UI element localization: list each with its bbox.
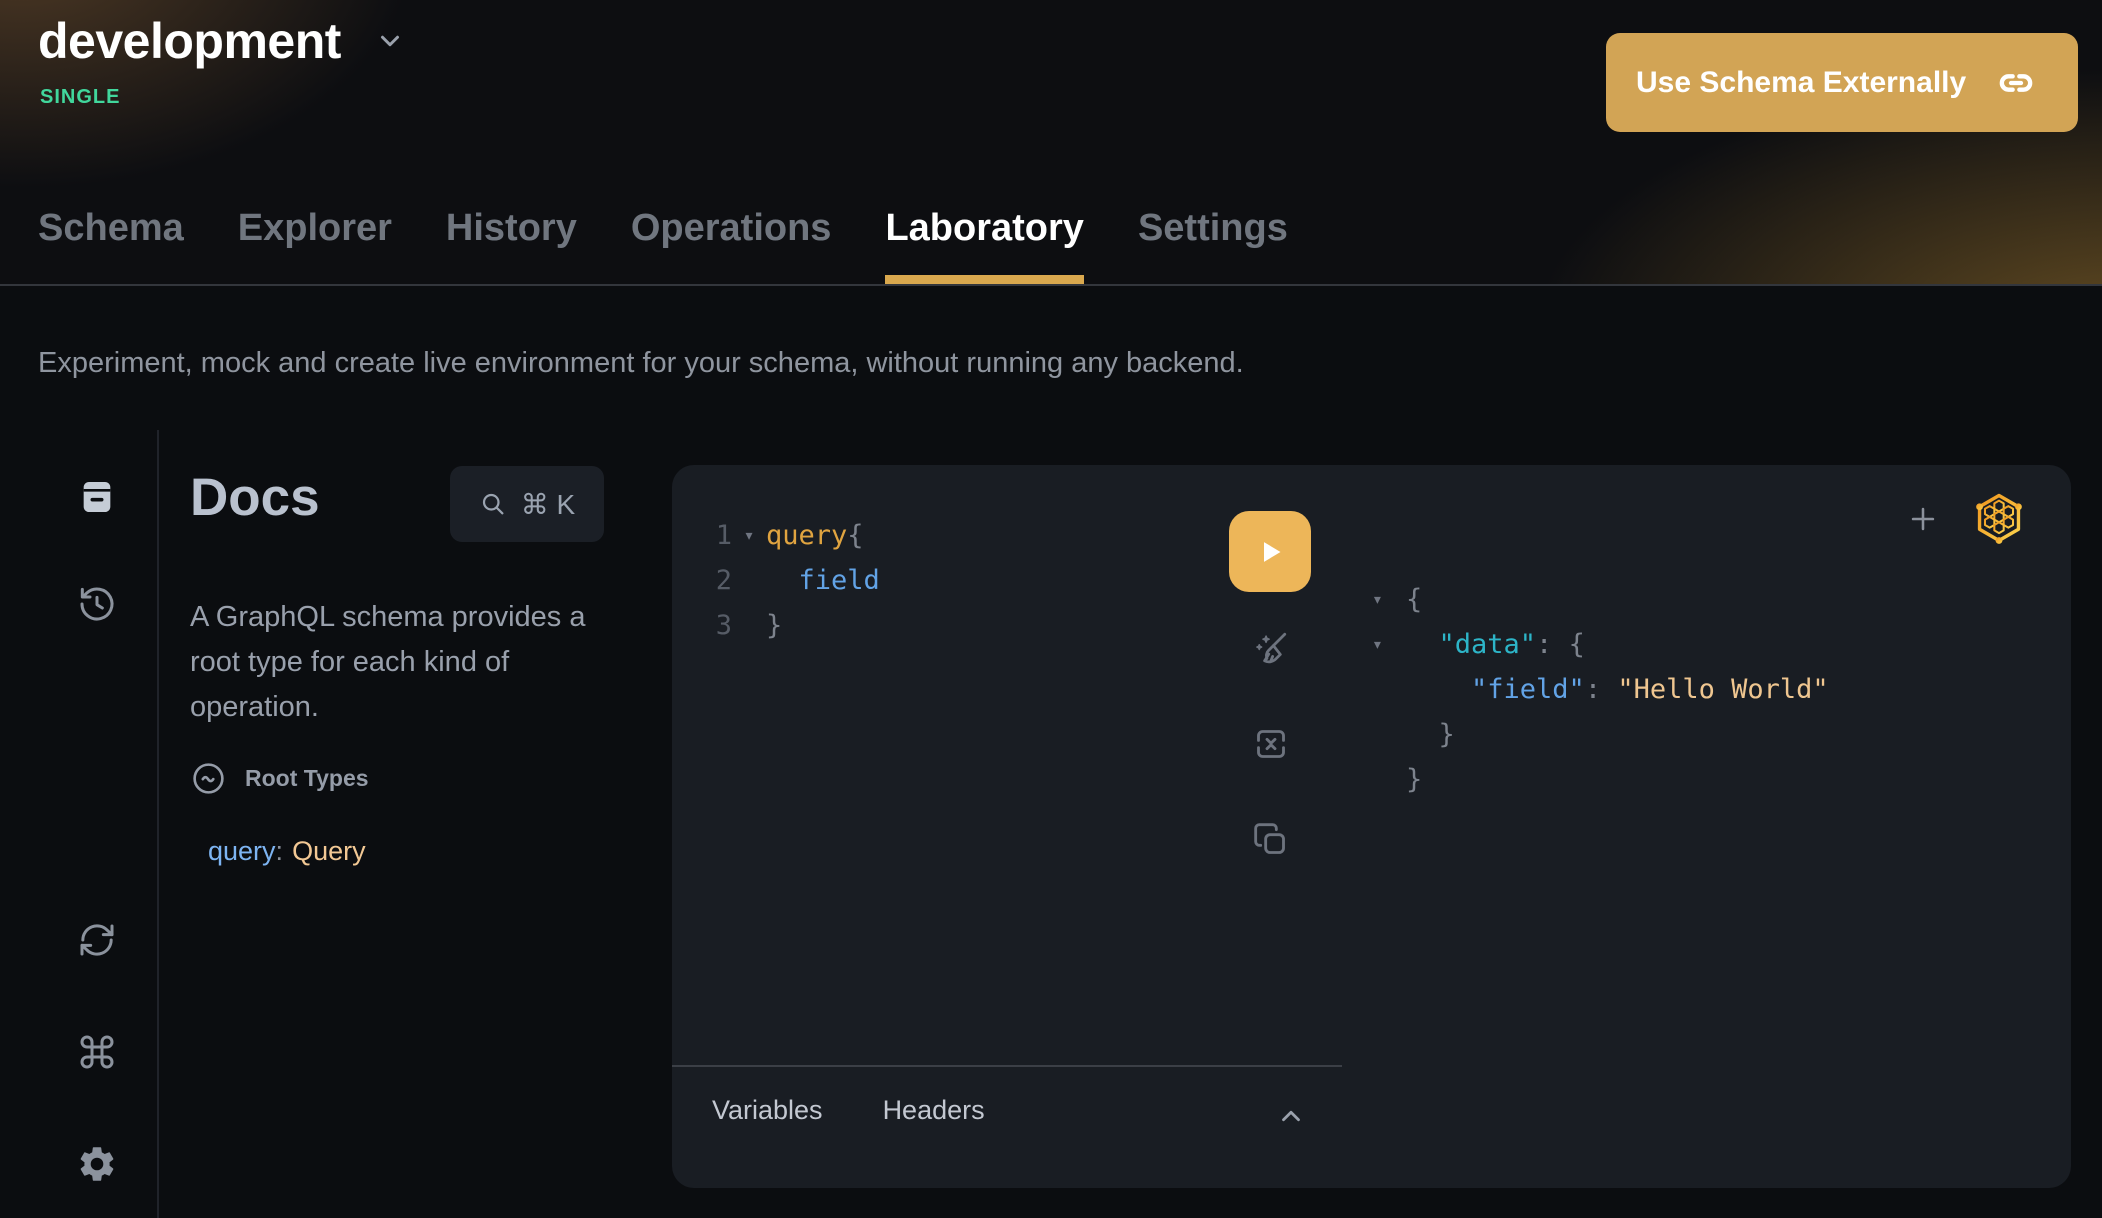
fold-toggle-icon[interactable]: ▾ xyxy=(1372,622,1406,667)
refresh-icon xyxy=(77,920,117,960)
page-title: development xyxy=(38,12,341,70)
line-number: 2 xyxy=(692,558,732,603)
sidebar-docs-button[interactable] xyxy=(75,475,119,519)
chevron-down-icon xyxy=(375,26,405,56)
tab-schema[interactable]: Schema xyxy=(38,206,184,284)
editor-line: 1 ▾ query{ xyxy=(692,513,880,558)
tab-settings[interactable]: Settings xyxy=(1138,206,1288,284)
response-line: ▾ { xyxy=(1372,577,1829,622)
chevron-up-icon xyxy=(1276,1101,1306,1131)
tab-operations[interactable]: Operations xyxy=(631,206,832,284)
editor-footer-tabs: Variables Headers xyxy=(712,1095,985,1126)
search-icon xyxy=(479,490,507,518)
sidebar-history-button[interactable] xyxy=(75,582,119,626)
header: development SINGLE Use Schema Externally… xyxy=(0,0,2102,286)
line-number: 1 xyxy=(692,513,732,558)
search-shortcut: ⌘ K xyxy=(521,488,575,521)
response-line: "field":"Hello World" xyxy=(1372,667,1829,712)
root-types-label: Root Types xyxy=(245,765,369,792)
main-nav: Schema Explorer History Operations Labor… xyxy=(38,206,1288,284)
copy-query-button[interactable] xyxy=(1248,817,1294,863)
editor-line: 3 } xyxy=(692,603,880,648)
response-viewer: ▾ { ▾ "data":{ "field":"Hello World" } } xyxy=(1372,577,1829,802)
root-types-icon xyxy=(190,760,227,797)
response-line: } xyxy=(1372,757,1829,802)
prettify-button[interactable] xyxy=(1248,625,1294,671)
gear-icon xyxy=(76,1143,118,1185)
tab-variables[interactable]: Variables xyxy=(712,1095,823,1126)
use-schema-externally-button[interactable]: Use Schema Externally xyxy=(1606,33,2078,132)
copy-icon xyxy=(1251,820,1291,860)
docs-icon xyxy=(77,477,117,517)
sidebar-divider xyxy=(157,430,159,1218)
editor-footer-divider xyxy=(672,1065,1342,1067)
page-subtitle: Experiment, mock and create live environ… xyxy=(38,347,1244,380)
fold-toggle-icon[interactable]: ▾ xyxy=(732,513,766,558)
response-line: } xyxy=(1372,712,1829,757)
sidebar-shortcuts-button[interactable] xyxy=(75,1030,119,1074)
tab-headers[interactable]: Headers xyxy=(883,1095,985,1126)
query-editor[interactable]: 1 ▾ query{ 2 field 3 } xyxy=(692,513,880,648)
tab-explorer[interactable]: Explorer xyxy=(238,206,392,284)
fold-toggle-icon[interactable]: ▾ xyxy=(1372,577,1406,622)
plus-icon xyxy=(1906,502,1940,536)
target-selector[interactable]: development xyxy=(38,12,405,70)
play-icon xyxy=(1252,534,1288,570)
tab-laboratory[interactable]: Laboratory xyxy=(885,206,1083,284)
line-number: 3 xyxy=(692,603,732,648)
laboratory-page: development SINGLE Use Schema Externally… xyxy=(0,0,2102,1218)
merge-fragments-button[interactable] xyxy=(1248,721,1294,767)
response-line: ▾ "data":{ xyxy=(1372,622,1829,667)
root-type-query-link[interactable]: query:Query xyxy=(208,836,366,867)
root-types-section: Root Types xyxy=(190,760,369,797)
laboratory-panel: 1 ▾ query{ 2 field 3 } xyxy=(672,465,2071,1188)
add-tab-button[interactable] xyxy=(1905,501,1941,537)
hive-logo[interactable] xyxy=(1972,491,2026,545)
docs-search-button[interactable]: ⌘ K xyxy=(450,466,604,542)
history-icon xyxy=(77,584,117,624)
editor-line: 2 field xyxy=(692,558,880,603)
execute-query-button[interactable] xyxy=(1229,511,1311,592)
prettify-icon xyxy=(1249,626,1293,670)
sidebar-refresh-button[interactable] xyxy=(75,918,119,962)
tab-history[interactable]: History xyxy=(446,206,577,284)
docs-title: Docs xyxy=(190,467,320,528)
collapse-footer-button[interactable] xyxy=(1276,1101,1306,1131)
merge-icon xyxy=(1251,724,1291,764)
environment-badge: SINGLE xyxy=(40,86,120,109)
docs-description: A GraphQL schema provides a root type fo… xyxy=(190,595,635,730)
command-icon xyxy=(77,1032,117,1072)
sidebar-settings-button[interactable] xyxy=(75,1142,119,1186)
link-icon xyxy=(1996,63,2036,103)
